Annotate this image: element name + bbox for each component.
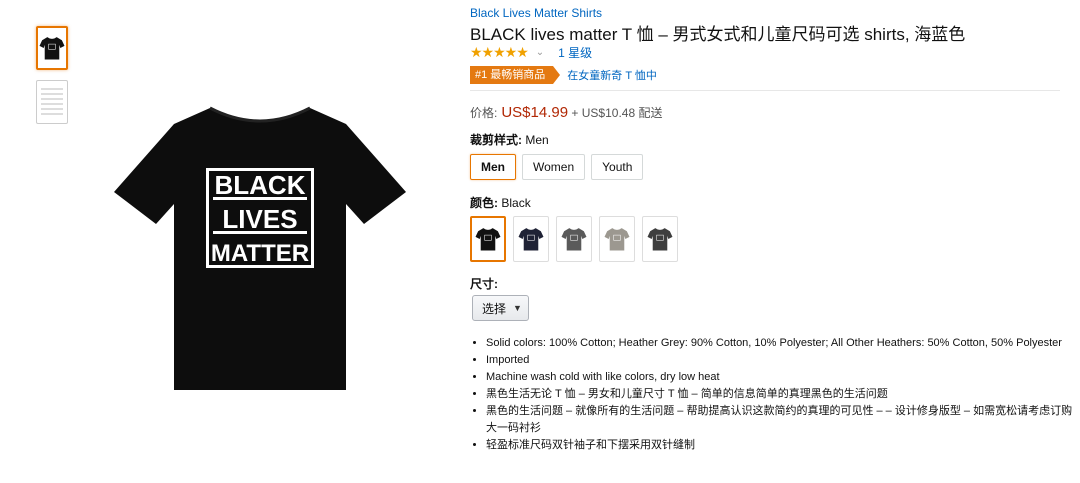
size-label: 尺寸: xyxy=(470,277,498,291)
color-swatch-navy[interactable] xyxy=(513,216,549,262)
feature-bullet: 轻盈标准尺码双针袖子和下摆采用双针缝制 xyxy=(486,437,1076,454)
brand-link[interactable]: Black Lives Matter Shirts xyxy=(470,6,602,20)
shirt-swatch-icon xyxy=(604,228,630,251)
shipping-cost: + US$10.48 配送 xyxy=(571,106,663,120)
feature-bullet: Machine wash cold with like colors, dry … xyxy=(486,369,1076,386)
fit-style-row: 裁剪样式: Men xyxy=(470,131,549,148)
color-swatch-dark-grey[interactable] xyxy=(556,216,592,262)
price-row: 价格: US$14.99 + US$10.48 配送 xyxy=(470,104,662,121)
price-value: US$14.99 xyxy=(501,104,569,121)
color-selected: Black xyxy=(501,196,531,210)
star-rating-icon[interactable]: ★★★★★ xyxy=(470,44,529,61)
shirt-print-line-2: LIVES xyxy=(222,204,297,234)
color-row: 颜色: Black xyxy=(470,194,531,211)
size-chart-thumbnail-icon xyxy=(41,88,63,115)
shirt-swatch-icon xyxy=(518,228,544,251)
shirt-thumbnail-icon xyxy=(39,37,65,60)
rating-row: ★★★★★ ⌄ 1 星级 xyxy=(470,44,592,61)
feature-bullet: 黑色的生活问题 – 就像所有的生活问题 – 帮助提高认识这款简约的真理的可见性 … xyxy=(486,403,1076,437)
size-select-value: 选择 xyxy=(482,301,507,316)
shirt-print-line-3: MATTER xyxy=(211,240,309,267)
main-product-image[interactable]: BLACK LIVES MATTER xyxy=(110,100,410,400)
thumbnail-strip xyxy=(36,26,68,134)
shirt-swatch-icon xyxy=(561,228,587,251)
color-swatch-heather-grey[interactable] xyxy=(599,216,635,262)
shirt-print-line-1: BLACK xyxy=(215,170,306,200)
size-select[interactable]: 选择 ▼ xyxy=(472,295,529,321)
fit-option-youth[interactable]: Youth xyxy=(591,154,644,180)
bestseller-badge[interactable]: #1 最畅销商品 xyxy=(470,66,561,84)
divider xyxy=(470,90,1060,91)
feature-bullet: 黑色生活无论 T 恤 – 男女和儿童尺寸 T 恤 – 简单的信息简单的真理黑色的… xyxy=(486,386,1076,403)
shirt-swatch-icon xyxy=(475,228,501,251)
thumbnail-size-chart[interactable] xyxy=(36,80,68,124)
color-label: 颜色: xyxy=(470,196,498,210)
fit-option-men[interactable]: Men xyxy=(470,154,516,180)
fit-option-women[interactable]: Women xyxy=(522,154,586,180)
color-swatch-charcoal[interactable] xyxy=(642,216,678,262)
fit-style-options: Men Women Youth xyxy=(470,154,649,180)
rating-count-link[interactable]: 1 星级 xyxy=(558,44,592,61)
feature-bullet: Solid colors: 100% Cotton; Heather Grey:… xyxy=(486,335,1076,352)
product-title: BLACK lives matter T 恤 – 男式女式和儿童尺码可选 shi… xyxy=(470,25,966,44)
color-swatch-black[interactable] xyxy=(470,216,506,262)
feature-bullet: Imported xyxy=(486,352,1076,369)
chevron-down-icon: ▼ xyxy=(513,303,522,313)
color-swatches xyxy=(470,216,685,262)
feature-bullets: Solid colors: 100% Cotton; Heather Grey:… xyxy=(470,335,1076,454)
thumbnail-shirt[interactable] xyxy=(36,26,68,70)
price-label: 价格: xyxy=(470,106,498,120)
fit-style-label: 裁剪样式: xyxy=(470,133,522,147)
chevron-down-icon[interactable]: ⌄ xyxy=(536,47,544,58)
bestseller-category-link[interactable]: 在女童新奇 T 恤中 xyxy=(567,67,657,83)
bestseller-row: #1 最畅销商品 在女童新奇 T 恤中 xyxy=(470,66,657,84)
shirt-swatch-icon xyxy=(647,228,673,251)
fit-style-selected: Men xyxy=(525,133,549,147)
